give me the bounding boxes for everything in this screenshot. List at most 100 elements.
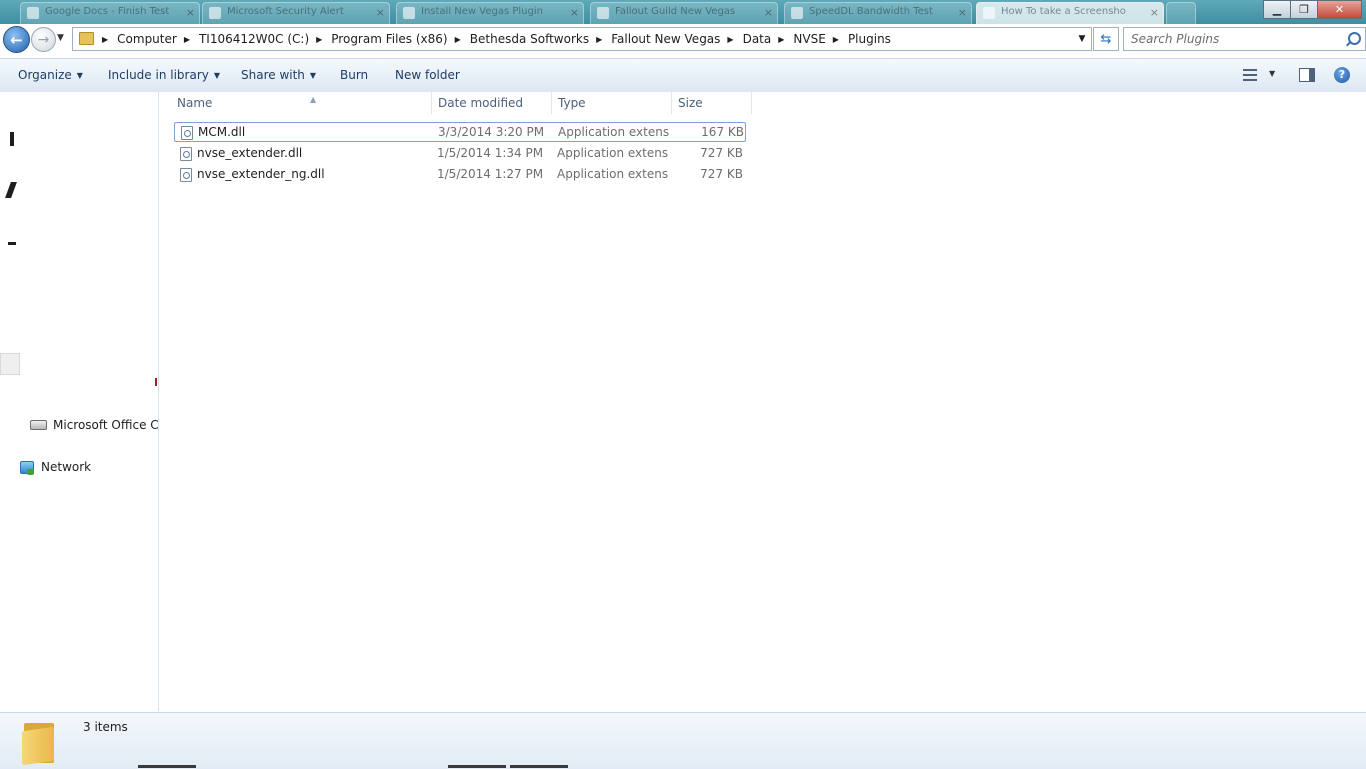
nav-item-office-click-to-run[interactable]: Microsoft Office Click-to-Run [30, 418, 160, 432]
browser-tab[interactable]: Google Docs - Finish Test × [20, 2, 200, 25]
artifact-mark [5, 182, 17, 198]
command-bar: Organize ▼ Include in library ▼ Share with… [0, 58, 1366, 93]
nav-item-network[interactable]: Network [20, 460, 91, 475]
new-folder-button[interactable]: New folder [395, 68, 460, 82]
item-count: 3 items [83, 720, 128, 734]
breadcrumb-bethesda[interactable]: Bethesda Softworks [470, 32, 589, 46]
breadcrumb-computer[interactable]: Computer [117, 32, 177, 46]
browser-tab[interactable]: Microsoft Security Alert × [202, 2, 390, 25]
chevron-down-icon: ▼ [76, 71, 83, 80]
artifact-mark [10, 132, 14, 146]
tab-label: Microsoft Security Alert [227, 6, 344, 17]
browser-tab[interactable]: Install New Vegas Plugin × [396, 2, 584, 25]
browser-tab[interactable]: Fallout Guild New Vegas × [590, 2, 778, 25]
breadcrumb-separator-icon[interactable]: ▶ [727, 35, 733, 44]
file-size: 167 KB [701, 125, 744, 139]
view-list-icon [1243, 79, 1257, 81]
organize-button[interactable]: Organize ▼ [18, 68, 83, 82]
share-with-label: Share with [241, 68, 305, 82]
breadcrumb-separator-icon[interactable]: ▶ [833, 35, 839, 44]
search-box[interactable] [1123, 27, 1366, 51]
recent-pages-dropdown-icon[interactable]: ▼ [57, 33, 64, 43]
tab-favicon-icon [27, 7, 39, 19]
tab-close-icon[interactable]: × [958, 6, 967, 19]
tab-close-icon[interactable]: × [570, 6, 579, 19]
minimize-button[interactable]: ▁ [1263, 0, 1291, 19]
details-pane: 3 items [0, 712, 1366, 769]
column-header-date-modified[interactable]: Date modified [432, 92, 552, 114]
breadcrumb-separator-icon[interactable]: ▶ [778, 35, 784, 44]
tab-label: SpeedDL Bandwidth Test [809, 6, 933, 17]
file-row-nvse-extender[interactable]: nvse_extender.dll 1/5/2014 1:34 PM Appli… [174, 144, 746, 164]
sort-ascending-icon: ▲ [310, 95, 317, 104]
search-input[interactable] [1124, 28, 1341, 49]
folder-icon [79, 32, 94, 45]
breadcrumb-nvse[interactable]: NVSE [793, 32, 825, 46]
navigation-pane: Microsoft Office Click-to-Run Network [0, 92, 160, 711]
file-list: Name ▲ Date modified Type Size MCM.dll 3… [159, 92, 1366, 711]
burn-button[interactable]: Burn [340, 68, 368, 82]
search-icon[interactable] [1348, 32, 1361, 45]
chevron-down-icon[interactable]: ▼ [1269, 69, 1275, 78]
tab-favicon-icon [983, 7, 995, 19]
maximize-button[interactable]: ❐ [1290, 0, 1318, 19]
tab-favicon-icon [791, 7, 803, 19]
address-bar[interactable]: ▶ Computer ▶ TI106412W0C (C:) ▶ Program … [72, 27, 1092, 51]
tab-favicon-icon [209, 7, 221, 19]
column-header-size[interactable]: Size [672, 92, 752, 114]
tab-label: Fallout Guild New Vegas [615, 6, 736, 17]
include-in-library-button[interactable]: Include in library ▼ [108, 68, 220, 82]
breadcrumb-plugins[interactable]: Plugins [848, 32, 891, 46]
breadcrumb-drive[interactable]: TI106412W0C (C:) [199, 32, 309, 46]
tab-close-icon[interactable]: × [186, 6, 195, 19]
file-name: nvse_extender.dll [197, 146, 303, 160]
preview-pane-button[interactable] [1299, 68, 1315, 82]
share-with-button[interactable]: Share with ▼ [241, 68, 316, 82]
breadcrumb-data[interactable]: Data [743, 32, 772, 46]
nav-pane-blank-area [19, 102, 156, 386]
back-button[interactable]: ← [3, 26, 30, 53]
file-size: 727 KB [700, 167, 743, 181]
file-row-nvse-extender-ng[interactable]: nvse_extender_ng.dll 1/5/2014 1:27 PM Ap… [174, 165, 746, 185]
close-button[interactable]: ✕ [1317, 0, 1362, 19]
forward-arrow-icon: → [37, 31, 50, 48]
change-view-button[interactable]: ▼ [1243, 69, 1275, 83]
column-header-name[interactable]: Name ▲ [171, 92, 432, 114]
file-type: Application extens... [557, 167, 669, 181]
breadcrumb-program-files[interactable]: Program Files (x86) [331, 32, 447, 46]
breadcrumb-separator-icon[interactable]: ▶ [102, 35, 108, 44]
address-history-dropdown-icon[interactable]: ▼ [1073, 28, 1091, 50]
title-bar: Google Docs - Finish Test × Microsoft Se… [0, 0, 1366, 25]
column-header-type[interactable]: Type [552, 92, 672, 114]
dll-file-icon [180, 147, 192, 161]
tab-favicon-icon [403, 7, 415, 19]
chevron-down-icon: ▼ [309, 71, 317, 80]
tab-label: Google Docs - Finish Test [45, 6, 170, 17]
help-button[interactable]: ? [1334, 67, 1350, 83]
breadcrumb-fallout[interactable]: Fallout New Vegas [611, 32, 720, 46]
artifact-mark [8, 242, 16, 245]
view-list-icon [1243, 69, 1257, 71]
dll-file-icon [181, 126, 193, 140]
tab-label: How To take a Screensho [1001, 6, 1126, 17]
window-controls: ▁ ❐ ✕ [1263, 0, 1362, 19]
browser-tab[interactable]: SpeedDL Bandwidth Test × [784, 2, 972, 25]
breadcrumb-separator-icon[interactable]: ▶ [455, 35, 461, 44]
forward-button[interactable]: → [31, 27, 56, 52]
new-tab-button[interactable] [1166, 2, 1196, 25]
file-name: MCM.dll [198, 125, 246, 139]
navigation-bar: ← → ▼ ▶ Computer ▶ TI106412W0C (C:) ▶ Pr… [0, 24, 1366, 56]
view-list-icon [1243, 74, 1257, 76]
browser-tab-active[interactable]: How To take a Screensho × [976, 2, 1164, 25]
breadcrumb-separator-icon[interactable]: ▶ [184, 35, 190, 44]
file-row-mcm[interactable]: MCM.dll 3/3/2014 3:20 PM Application ext… [174, 122, 746, 142]
dll-file-icon [180, 168, 192, 182]
refresh-button[interactable]: ⇆ [1093, 27, 1119, 51]
tab-close-icon[interactable]: × [764, 6, 773, 19]
breadcrumb-separator-icon[interactable]: ▶ [596, 35, 602, 44]
tab-close-icon[interactable]: × [1150, 6, 1159, 19]
include-in-library-label: Include in library [108, 68, 209, 82]
chevron-down-icon: ▼ [213, 71, 221, 80]
breadcrumb-separator-icon[interactable]: ▶ [316, 35, 322, 44]
tab-close-icon[interactable]: × [376, 6, 385, 19]
